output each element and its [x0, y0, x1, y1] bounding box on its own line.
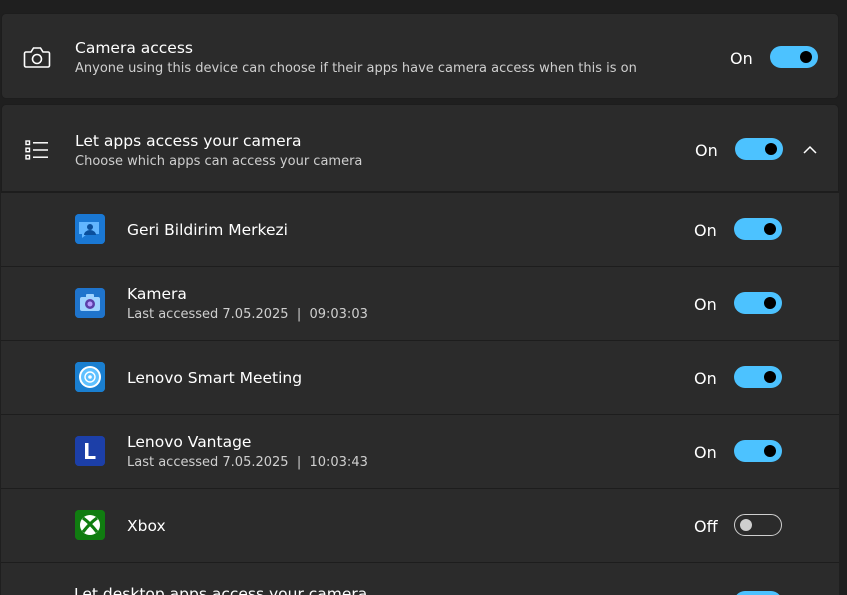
- camera-access-subtitle: Anyone using this device can choose if t…: [75, 61, 637, 76]
- app-row-lenovo-vantage: Lenovo Vantage Last accessed 7.05.2025 |…: [1, 414, 839, 488]
- desktop-apps-toggle[interactable]: [734, 591, 782, 595]
- toggle-knob: [765, 143, 777, 155]
- app-state: On: [694, 443, 717, 462]
- list-icon: [22, 135, 52, 165]
- apps-access-title: Let apps access your camera: [75, 132, 302, 150]
- camera-access-card: Camera access Anyone using this device c…: [1, 13, 839, 99]
- app-last-accessed: Last accessed 7.05.2025 | 09:03:03: [127, 307, 368, 322]
- app-toggle-lenovo-vantage[interactable]: [734, 440, 782, 462]
- app-state: On: [694, 369, 717, 388]
- desktop-apps-title: Let desktop apps access your camera: [74, 585, 368, 595]
- app-row-kamera: Kamera Last accessed 7.05.2025 | 09:03:0…: [1, 266, 839, 340]
- app-name: Lenovo Smart Meeting: [127, 369, 303, 387]
- lenovo-vantage-icon: [75, 436, 105, 466]
- app-state: On: [694, 295, 717, 314]
- app-name: Xbox: [127, 517, 166, 535]
- app-toggle-xbox[interactable]: [734, 514, 782, 536]
- camera-icon: [22, 42, 52, 72]
- toggle-knob: [800, 51, 812, 63]
- toggle-knob: [764, 445, 776, 457]
- toggle-knob: [764, 223, 776, 235]
- lenovo-smart-meeting-icon: [75, 362, 105, 392]
- apps-access-state: On: [695, 141, 718, 160]
- apps-access-subtitle: Choose which apps can access your camera: [75, 154, 363, 169]
- camera-access-toggle[interactable]: [770, 46, 818, 68]
- toggle-knob: [764, 297, 776, 309]
- app-name: Lenovo Vantage: [127, 433, 252, 451]
- feedback-hub-icon: [75, 214, 105, 244]
- app-name: Kamera: [127, 285, 187, 303]
- app-state: Off: [694, 517, 718, 536]
- app-toggle-kamera[interactable]: [734, 292, 782, 314]
- apps-access-toggle[interactable]: [735, 138, 783, 160]
- settings-page: Camera access Anyone using this device c…: [0, 0, 847, 595]
- chevron-up-icon[interactable]: [798, 137, 822, 161]
- toggle-knob: [740, 519, 752, 531]
- app-row-xbox: Xbox Off: [1, 488, 839, 562]
- app-row-geri-bildirim: Geri Bildirim Merkezi On: [1, 192, 839, 266]
- toggle-knob: [764, 371, 776, 383]
- app-row-lenovo-smart-meeting: Lenovo Smart Meeting On: [1, 340, 839, 414]
- camera-app-icon: [75, 288, 105, 318]
- apps-access-card: Let apps access your camera Choose which…: [1, 104, 839, 192]
- app-name: Geri Bildirim Merkezi: [127, 221, 288, 239]
- app-toggle-lenovo-smart-meeting[interactable]: [734, 366, 782, 388]
- app-toggle-geri-bildirim[interactable]: [734, 218, 782, 240]
- camera-access-state: On: [730, 49, 753, 68]
- desktop-apps-card: Let desktop apps access your camera: [1, 562, 839, 595]
- app-state: On: [694, 221, 717, 240]
- app-last-accessed: Last accessed 7.05.2025 | 10:03:43: [127, 455, 368, 470]
- xbox-icon: [75, 510, 105, 540]
- camera-access-title: Camera access: [75, 39, 193, 57]
